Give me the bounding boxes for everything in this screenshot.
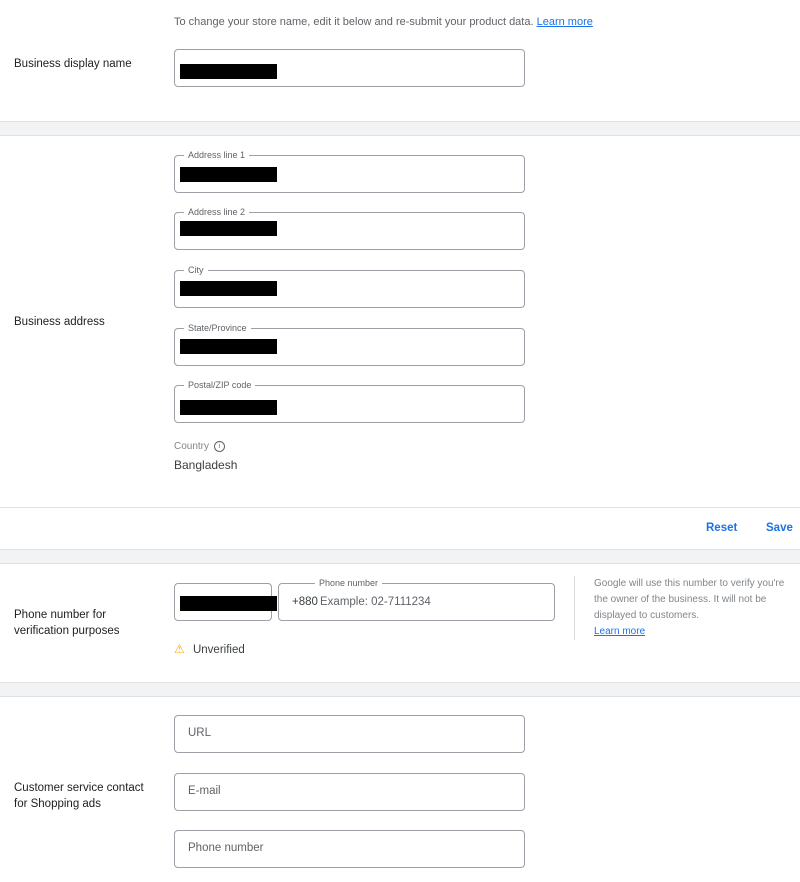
customer-service-label-line1: Customer service contact — [14, 782, 144, 794]
address-line-1-input[interactable]: Address line 1 — [174, 149, 525, 193]
store-name-hint-text: To change your store name, edit it below… — [174, 16, 534, 28]
address-line-2-input[interactable]: Address line 2 — [174, 206, 525, 250]
phone-verification-label-line1: Phone number for — [14, 609, 107, 621]
form-actions-divider — [0, 507, 800, 508]
postal-code-legend: Postal/ZIP code — [184, 379, 256, 391]
state-province-input[interactable]: State/Province — [174, 322, 525, 366]
redacted-value — [180, 281, 277, 296]
phone-number-legend: Phone number — [315, 577, 383, 589]
store-name-hint: To change your store name, edit it below… — [174, 16, 593, 28]
country-value: Bangladesh — [174, 458, 238, 472]
redacted-value — [180, 596, 277, 611]
phone-verification-label: Phone number for verification purposes — [14, 607, 119, 639]
url-placeholder: URL — [188, 727, 212, 739]
verification-status: ⚠ Unverified — [174, 642, 245, 656]
country-label: Country — [174, 441, 210, 452]
customer-service-url-input[interactable]: URL — [174, 715, 525, 753]
country-code-select[interactable] — [174, 583, 277, 621]
phone-verification-label-line2: verification purposes — [14, 625, 120, 637]
customer-service-phone-input[interactable]: Phone number — [174, 830, 525, 868]
business-display-name-label: Business display name — [14, 58, 132, 70]
postal-code-input[interactable]: Postal/ZIP code — [174, 379, 525, 423]
customer-service-label: Customer service contact for Shopping ad… — [14, 780, 144, 812]
customer-service-label-line2: for Shopping ads — [14, 798, 101, 810]
city-input[interactable]: City — [174, 264, 525, 308]
phone-placeholder: Example: 02-7111234 — [320, 596, 431, 608]
save-button[interactable]: Save — [766, 522, 793, 534]
redacted-value — [180, 339, 277, 354]
section-divider — [0, 121, 800, 136]
phone-number-input[interactable]: Phone number +880 Example: 02-7111234 — [278, 577, 555, 621]
redacted-value — [180, 64, 277, 79]
store-name-learn-more-link[interactable]: Learn more — [537, 16, 593, 28]
redacted-value — [180, 400, 277, 415]
city-legend: City — [184, 264, 208, 276]
warning-icon: ⚠ — [174, 642, 185, 656]
address-line-2-legend: Address line 2 — [184, 206, 250, 218]
address-line-1-legend: Address line 1 — [184, 149, 250, 161]
redacted-value — [180, 221, 277, 236]
business-display-name-input[interactable] — [174, 49, 525, 87]
section-divider — [0, 682, 800, 697]
business-address-label: Business address — [14, 316, 105, 328]
customer-service-email-input[interactable]: E-mail — [174, 773, 525, 811]
phone-learn-more-link[interactable]: Learn more — [594, 626, 645, 637]
phone-placeholder: Phone number — [188, 842, 264, 854]
redacted-value — [180, 167, 277, 182]
country-label-row: Country i — [174, 441, 225, 452]
phone-info-body: Google will use this number to verify yo… — [594, 578, 785, 621]
section-divider — [0, 549, 800, 564]
phone-prefix: +880 — [292, 596, 318, 608]
phone-info-text: Google will use this number to verify yo… — [594, 576, 800, 640]
reset-button[interactable]: Reset — [706, 522, 737, 534]
verification-status-text: Unverified — [192, 644, 245, 656]
state-province-legend: State/Province — [184, 322, 251, 334]
info-icon[interactable]: i — [213, 441, 225, 452]
info-divider — [574, 576, 575, 640]
email-placeholder: E-mail — [188, 785, 221, 797]
